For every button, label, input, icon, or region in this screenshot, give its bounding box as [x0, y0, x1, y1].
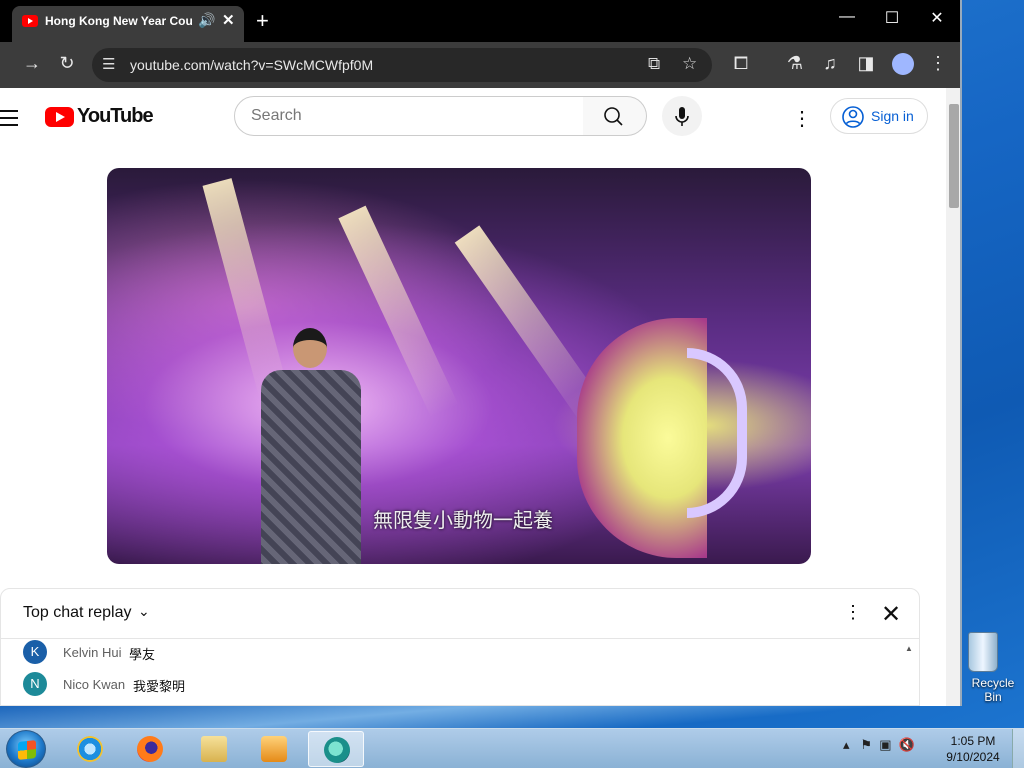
clock-date: 9/10/2024 [946, 750, 1000, 764]
sign-in-label: Sign in [871, 108, 914, 124]
browser-toolbar: → ↻ ☰ youtube.com/watch?v=SWcMCWfpf0M ⧉ … [0, 42, 960, 88]
youtube-wordmark: YouTube [77, 105, 154, 127]
firefox-icon [137, 736, 163, 762]
side-panel-icon[interactable]: ◨ [854, 53, 878, 74]
taskbar-firefox[interactable] [122, 731, 178, 767]
active-app-icon [324, 737, 350, 763]
new-tab-button[interactable]: + [256, 8, 269, 34]
volume-muted-icon[interactable]: 🔇 [899, 737, 915, 752]
chat-text: 學友 [129, 647, 156, 662]
singer-figure [257, 328, 361, 564]
chat-author[interactable]: Kelvin Hui [63, 645, 122, 660]
recycle-bin-icon [968, 632, 998, 672]
site-info-icon[interactable]: ☰ [102, 55, 115, 73]
search-button[interactable] [583, 96, 647, 136]
page-scrollbar[interactable] [946, 88, 960, 706]
speaker-icon[interactable]: 🔊 [198, 12, 215, 29]
address-bar[interactable]: ☰ youtube.com/watch?v=SWcMCWfpf0M ⧉ ☆ [92, 48, 712, 82]
network-icon[interactable]: ▣ [879, 737, 891, 752]
labs-flask-icon[interactable]: ⚗ [783, 53, 807, 74]
reload-icon[interactable]: ↻ [55, 53, 79, 74]
system-clock[interactable]: 1:05 PM 9/10/2024 [940, 733, 1006, 765]
scrollbar-thumb[interactable] [949, 104, 959, 208]
video-player[interactable]: 無限隻小動物一起養 [107, 168, 811, 564]
browser-menu-icon[interactable]: ⋮ [926, 53, 950, 74]
taskbar-file-explorer[interactable] [186, 731, 242, 767]
youtube-page: YouTube ⋮ Sign in [0, 88, 946, 706]
taskbar-active-app[interactable] [308, 731, 364, 767]
guide-menu-icon[interactable] [0, 110, 18, 131]
chat-close-icon[interactable]: ✕ [881, 600, 901, 629]
minimize-button[interactable]: — [824, 8, 870, 26]
tab-close-button[interactable]: ✕ [222, 11, 235, 29]
action-center-flag-icon[interactable]: ⚑ [860, 737, 872, 752]
browser-window: Hong Kong New Year Countdown 🔊 ✕ + — ☐ ✕… [0, 0, 962, 706]
chat-mode-dropdown[interactable]: Top chat replay [23, 604, 132, 622]
title-bar: Hong Kong New Year Countdown 🔊 ✕ + — ☐ ✕ [0, 0, 960, 42]
maximize-button[interactable]: ☐ [869, 8, 915, 28]
microphone-icon [675, 107, 689, 126]
youtube-play-icon [45, 107, 74, 127]
avatar[interactable]: K [23, 640, 47, 664]
show-desktop-button[interactable] [1012, 729, 1024, 768]
chat-text: 我愛黎明 [133, 679, 186, 694]
taskbar-internet-explorer[interactable] [62, 731, 118, 767]
video-subtitle: 無限隻小動物一起養 [373, 510, 553, 532]
folder-icon [201, 736, 227, 762]
address-url[interactable]: youtube.com/watch?v=SWcMCWfpf0M [130, 57, 373, 73]
install-app-icon[interactable]: ⧉ [648, 54, 660, 74]
youtube-favicon-icon [22, 15, 38, 27]
forward-icon[interactable]: → [20, 53, 44, 74]
show-hidden-icons-icon[interactable]: ▴ [843, 737, 850, 752]
avatar[interactable]: N [23, 672, 47, 696]
close-window-button[interactable]: ✕ [914, 8, 960, 28]
chevron-down-icon[interactable]: ⌄ [138, 603, 150, 620]
taskbar: ▴ ⚑ ▣ 🔇 1:05 PM 9/10/2024 [0, 728, 1024, 768]
recycle-bin-label: Recycle Bin [971, 676, 1015, 704]
media-player-icon [261, 736, 287, 762]
chat-header: Top chat replay ⌄ ⋮ ✕ [1, 589, 919, 639]
windows-logo-icon [18, 740, 36, 760]
search-icon [604, 107, 623, 126]
stage-arc [687, 348, 747, 518]
chat-more-icon[interactable]: ⋮ [844, 602, 862, 623]
clock-time: 1:05 PM [950, 734, 996, 748]
settings-kebab-icon[interactable]: ⋮ [792, 106, 812, 131]
profile-avatar-icon[interactable] [892, 53, 914, 75]
search-box[interactable] [234, 96, 584, 136]
chat-scroll-up-icon[interactable]: ▲ [905, 644, 913, 653]
taskbar-media-player[interactable] [246, 731, 302, 767]
live-chat-panel: Top chat replay ⌄ ⋮ ✕ ▲ K Kelvin Hui 學友 … [0, 588, 920, 706]
search-input[interactable] [251, 107, 571, 125]
media-controls-icon[interactable]: ♫ [818, 53, 842, 74]
chat-messages: ▲ K Kelvin Hui 學友 N Nico Kwan 我愛黎明 [1, 640, 919, 706]
sign-in-button[interactable]: Sign in [830, 98, 928, 134]
extensions-icon[interactable]: ⧠ [729, 53, 753, 74]
bookmark-star-icon[interactable]: ☆ [682, 54, 697, 74]
user-circle-icon [842, 106, 864, 128]
start-button[interactable] [6, 730, 46, 768]
recycle-bin[interactable]: Recycle Bin [962, 628, 1024, 704]
internet-explorer-icon [77, 736, 103, 762]
voice-search-button[interactable] [662, 96, 702, 136]
tab-title: Hong Kong New Year Countdown [45, 14, 193, 28]
system-tray: ▴ ⚑ ▣ 🔇 [843, 737, 915, 753]
tab-active[interactable]: Hong Kong New Year Countdown 🔊 ✕ [12, 6, 244, 42]
chat-author[interactable]: Nico Kwan [63, 677, 125, 692]
